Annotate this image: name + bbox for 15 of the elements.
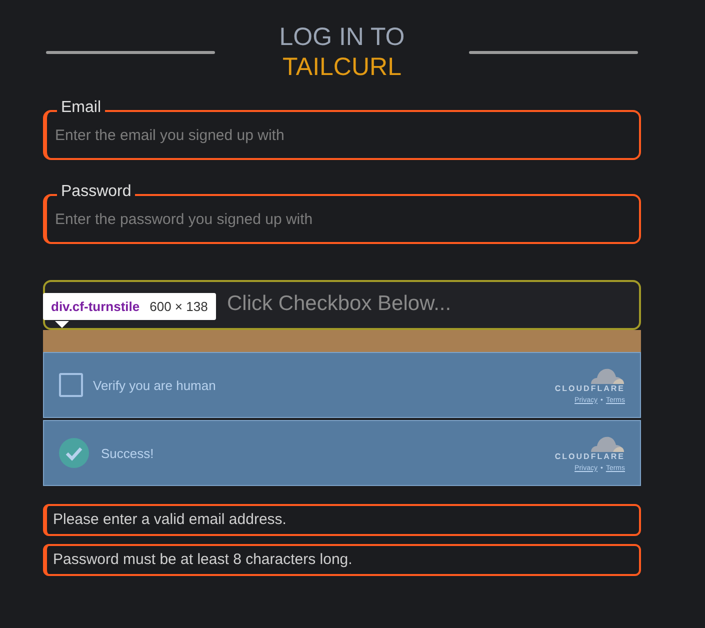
selector-text: div.cf-turnstile [51,299,140,314]
size-text: 600 × 138 [150,299,208,314]
cloud-icon [589,434,625,452]
error-message: Password must be at least 8 characters long. [43,544,641,576]
checkbox[interactable] [59,373,83,397]
cloud-icon [589,366,625,384]
captcha-prompt: Click Checkbox Below... [227,292,452,316]
widget-label: Success! [101,446,154,460]
brand-name: CLOUDFLARE [554,384,625,392]
check-circle-icon[interactable] [59,438,89,468]
brand-title: TAILCURL [281,52,402,82]
error-message: Please enter a valid email address. [43,504,641,536]
brand-name: CLOUDFLARE [554,452,625,460]
title-text: LOG IN TO [278,22,406,52]
widget-label: Verify you are human [93,378,216,392]
